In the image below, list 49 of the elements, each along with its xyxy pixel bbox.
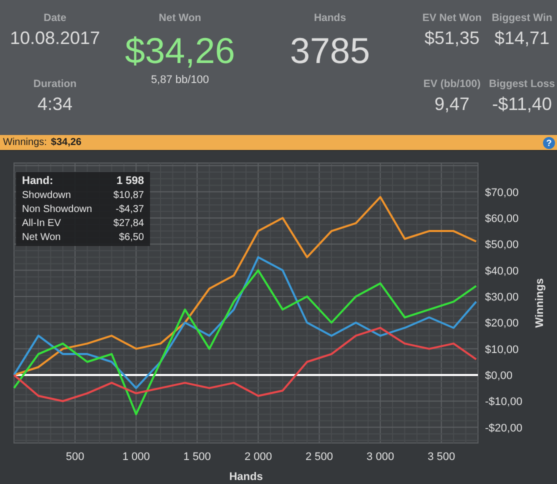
x-tick-label: 1 500 — [183, 451, 211, 463]
tooltip-label: Non Showdown — [22, 204, 94, 215]
help-button[interactable]: ? — [543, 136, 555, 148]
stat-label: Date — [44, 12, 66, 24]
stat-value: 4:34 — [37, 94, 73, 115]
winnings-label: Winnings: — [3, 137, 47, 148]
stat-value: $34,26 — [124, 30, 236, 72]
stat-value: -$11,40 — [492, 94, 552, 115]
x-tick-label: 3 500 — [428, 451, 456, 463]
stat-value: 10.08.2017 — [10, 28, 100, 49]
y-tick-label: $50,00 — [485, 239, 519, 252]
stat-label: Biggest Loss — [489, 78, 555, 90]
y-tick-label: $40,00 — [485, 265, 519, 278]
y-tick-label: -$10,00 — [485, 396, 522, 408]
stat-label: Biggest Win — [492, 12, 552, 24]
tooltip-value: -$4,37 — [114, 204, 144, 215]
x-axis-title: Hands — [229, 471, 263, 483]
stat-label: Hands — [314, 12, 346, 24]
stat-value: $14,71 — [494, 28, 550, 49]
y-axis-title: Winnings — [534, 278, 546, 328]
stat-value: $51,35 — [424, 28, 480, 49]
x-tick-label: 2 000 — [244, 451, 272, 463]
tooltip-value: 1 598 — [115, 175, 144, 187]
tooltip-label: Hand: — [22, 175, 54, 187]
tooltip-label: Showdown — [22, 190, 72, 201]
y-tick-label: $0,00 — [485, 370, 513, 382]
y-tick-label: $70,00 — [485, 186, 519, 199]
x-tick-label: 2 500 — [306, 451, 334, 463]
y-tick-label: $60,00 — [485, 212, 519, 225]
x-tick-label: 1 000 — [122, 451, 150, 463]
stat-subvalue: 5,87 bb/100 — [150, 74, 210, 86]
y-tick-label: -$20,00 — [485, 422, 522, 434]
stat-label: Net Won — [158, 12, 202, 24]
y-tick-label: $20,00 — [485, 318, 519, 330]
tooltip-value: $27,84 — [113, 218, 144, 229]
stat-label: Duration — [33, 78, 77, 90]
stat-label: EV (bb/100) — [423, 78, 481, 90]
x-tick-label: 3 000 — [366, 451, 394, 463]
y-tick-label: $30,00 — [485, 291, 519, 304]
winnings-value: $34,26 — [50, 137, 82, 148]
tooltip-value: $10,87 — [113, 190, 144, 201]
stat-label: EV Net Won — [422, 12, 482, 24]
stat-value: 9,47 — [434, 94, 470, 115]
tooltip-label: Net Won — [22, 232, 62, 243]
stat-value: 3785 — [290, 30, 370, 72]
x-tick-label: 500 — [66, 451, 84, 463]
tooltip-label: All-In EV — [22, 218, 62, 229]
tooltip-value: $6,50 — [118, 232, 144, 243]
y-tick-label: $10,00 — [485, 344, 519, 356]
